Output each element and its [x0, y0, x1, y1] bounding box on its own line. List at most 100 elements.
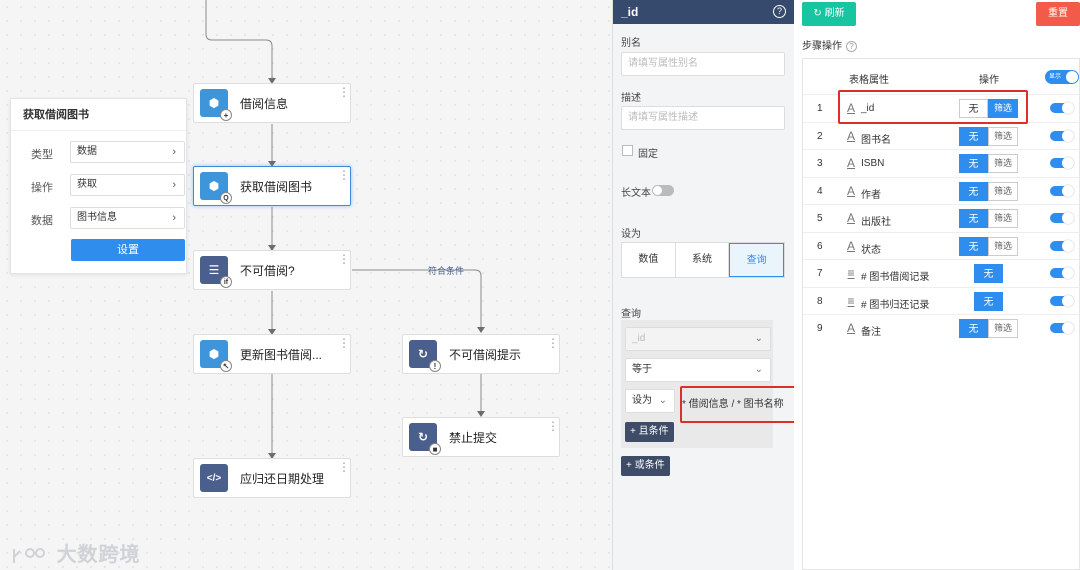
text-field-icon: A	[846, 211, 855, 225]
property-panel: _id ? 别名 请填写属性别名 描述 请填写属性描述 固定 长文本 设为 数值…	[612, 0, 794, 570]
flow-node-due-date[interactable]: </> 应归还日期处理 ⋮	[193, 458, 351, 498]
show-all-toggle[interactable]: 显示	[1045, 70, 1079, 84]
row-visibility-toggle[interactable]	[1050, 294, 1074, 307]
set-as-value-option[interactable]: 数值	[622, 243, 676, 277]
none-button[interactable]: 无	[959, 154, 988, 173]
row-visibility-toggle[interactable]	[1050, 184, 1074, 197]
help-icon[interactable]: ?	[773, 5, 786, 18]
long-text-toggle[interactable]	[652, 185, 674, 196]
description-input[interactable]: 请填写属性描述	[621, 106, 785, 130]
query-setas-select[interactable]: 设为 ⌄	[625, 389, 675, 413]
cube-add-icon: ⬢ +	[200, 89, 232, 121]
set-as-system-option[interactable]: 系统	[676, 243, 730, 277]
chevron-down-icon: ⌄	[658, 395, 667, 406]
filter-button[interactable]: 筛选	[988, 181, 1018, 201]
data-select[interactable]: 图书信息 ›	[70, 207, 185, 229]
node-menu-icon[interactable]: ⋮	[338, 337, 350, 349]
add-and-condition-button[interactable]: + 且条件	[625, 422, 674, 442]
row-number: 3	[817, 158, 823, 169]
highlight-box-query-value	[680, 386, 800, 423]
reset-button[interactable]: 重置	[1036, 2, 1080, 26]
field-name: # 图书借阅记录	[861, 272, 930, 283]
loop-stop-icon: ↻ ■	[409, 423, 441, 455]
row-number: 2	[817, 130, 823, 142]
flow-node-update-book[interactable]: ⬢ ↖ 更新图书借阅... ⋮	[193, 334, 351, 374]
watermark-logo-icon	[13, 547, 45, 563]
description-label: 描述	[621, 93, 641, 104]
add-or-condition-button[interactable]: + 或条件	[621, 456, 670, 476]
field-table: 表格属性 操作 显示 1 A _id 无筛选 2 A 图书名无筛选 3 A ISBN 无筛选 4 A 作者…	[802, 58, 1080, 570]
none-button[interactable]: 无	[959, 126, 988, 146]
filter-button[interactable]: 筛选	[988, 209, 1018, 228]
table-row: 7 ≡ # 图书借阅记录 无	[803, 259, 1079, 286]
set-as-segmented: 数值 系统 查询	[621, 242, 785, 278]
alias-input[interactable]: 请填写属性别名	[621, 52, 785, 76]
flow-node-cannot-borrow-tip[interactable]: ↻! 不可借阅提示 ⋮	[402, 334, 560, 374]
filter-button[interactable]: 筛选	[988, 154, 1018, 173]
config-row-data: 数据 图书信息 ›	[11, 207, 188, 231]
node-menu-icon[interactable]: ⋮	[338, 169, 350, 181]
flow-node-get-borrow-book[interactable]: ⬢ Q 获取借阅图书 ⋮	[193, 166, 351, 206]
fixed-checkbox[interactable]	[622, 145, 633, 156]
row-visibility-toggle[interactable]	[1050, 157, 1074, 169]
column-header-op: 操作	[979, 75, 999, 86]
row-visibility-toggle[interactable]	[1050, 239, 1074, 252]
filter-button[interactable]: 筛选	[988, 319, 1018, 338]
node-menu-icon[interactable]: ⋮	[547, 420, 559, 432]
node-menu-icon[interactable]: ⋮	[547, 337, 559, 349]
table-row: 8 ≡ # 图书归还记录 无	[803, 286, 1079, 314]
query-field-select[interactable]: _id ⌄	[625, 327, 771, 351]
row-visibility-toggle[interactable]	[1050, 102, 1074, 114]
flow-canvas[interactable]: ⬢ + 借阅信息 ⋮ ⬢ Q 获取借阅图书 ⋮ ☰ if 不可借阅? ⋮ ⬢ ↖ 更新图…	[0, 0, 612, 570]
none-button[interactable]: 无	[959, 236, 988, 256]
condition-branch-label: 符合条件	[428, 266, 465, 276]
filter-button[interactable]: 筛选	[988, 236, 1018, 256]
cube-search-icon: ⬢ Q	[200, 172, 232, 204]
steps-panel: ↻ 刷新 重置 步骤操作? 表格属性 操作 显示 1 A _id 无筛选 2 A 图书名无筛…	[794, 0, 1080, 570]
node-menu-icon[interactable]: ⋮	[338, 86, 350, 98]
node-menu-icon[interactable]: ⋮	[338, 461, 350, 473]
node-label: 借阅信息	[240, 96, 289, 111]
node-label: 更新图书借阅...	[240, 347, 323, 362]
field-name: 出版社	[861, 217, 891, 228]
condition-if-icon: ☰ if	[200, 256, 232, 288]
flow-node-cannot-borrow[interactable]: ☰ if 不可借阅? ⋮	[193, 250, 351, 290]
table-row: 3 A ISBN 无筛选	[803, 149, 1079, 176]
row-visibility-toggle[interactable]	[1050, 322, 1074, 334]
query-operator-select[interactable]: 等于 ⌄	[625, 358, 771, 382]
loop-alert-icon: ↻!	[409, 340, 441, 372]
none-button[interactable]: 无	[959, 319, 988, 338]
field-name: 状态	[861, 244, 881, 256]
row-visibility-toggle[interactable]	[1050, 129, 1074, 142]
set-as-query-option[interactable]: 查询	[729, 243, 785, 277]
text-field-icon: A	[846, 238, 855, 253]
text-field-icon: A	[846, 321, 855, 335]
chevron-right-icon: ›	[172, 146, 176, 158]
operation-select[interactable]: 获取 ›	[70, 174, 185, 196]
none-button[interactable]: 无	[974, 264, 1003, 283]
node-label: 禁止提交	[449, 430, 498, 445]
type-select[interactable]: 数据 ›	[70, 141, 185, 163]
table-row: 4 A 作者 无筛选	[803, 176, 1079, 204]
property-title: _id	[621, 5, 639, 19]
row-number: 1	[817, 103, 823, 114]
steps-label: 步骤操作?	[802, 37, 857, 52]
refresh-button[interactable]: ↻ 刷新	[802, 2, 856, 26]
flow-node-borrow-info[interactable]: ⬢ + 借阅信息 ⋮	[193, 83, 351, 123]
help-icon[interactable]: ?	[846, 41, 857, 52]
config-row-operation: 操作 获取 ›	[11, 174, 188, 198]
row-visibility-toggle[interactable]	[1050, 212, 1074, 224]
table-row: 6 A 状态 无筛选	[803, 231, 1079, 259]
none-button[interactable]: 无	[959, 209, 988, 228]
none-button[interactable]: 无	[974, 291, 1003, 311]
field-name: 图书名	[861, 134, 891, 146]
filter-button[interactable]: 筛选	[988, 126, 1018, 146]
node-label: 获取借阅图书	[240, 179, 313, 194]
none-button[interactable]: 无	[959, 181, 988, 201]
field-name: # 图书归还记录	[861, 299, 930, 311]
node-menu-icon[interactable]: ⋮	[338, 253, 350, 265]
row-visibility-toggle[interactable]	[1050, 267, 1074, 279]
flow-node-forbid-submit[interactable]: ↻ ■ 禁止提交 ⋮	[402, 417, 560, 457]
settings-button[interactable]: 设置	[71, 239, 185, 261]
code-icon: </>	[200, 464, 228, 492]
